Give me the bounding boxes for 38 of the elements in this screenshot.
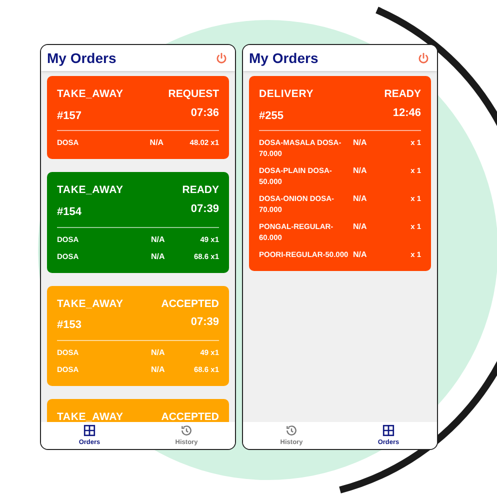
order-status: ACCEPTED — [161, 296, 219, 312]
order-number: #153 — [57, 318, 82, 334]
order-type: TAKE_AWAY — [57, 296, 124, 312]
order-time: 07:39 — [190, 315, 219, 330]
item-note: N/A — [353, 193, 368, 204]
item-note: N/A — [353, 137, 368, 148]
order-status: READY — [384, 87, 421, 102]
order-status: ACCEPTED — [161, 410, 219, 422]
power-button[interactable] — [417, 51, 431, 65]
app-title: My Orders — [47, 48, 116, 68]
power-button[interactable] — [215, 51, 229, 65]
item-note: N/A — [151, 346, 166, 358]
order-number: #255 — [259, 108, 284, 124]
power-icon — [215, 52, 228, 64]
item-note: N/A — [353, 165, 368, 176]
item-note: N/A — [151, 250, 166, 262]
order-time: 07:39 — [190, 202, 219, 217]
order-time: 07:36 — [190, 106, 219, 121]
item-note: N/A — [353, 249, 368, 260]
order-number: #157 — [57, 108, 82, 124]
history-icon — [180, 424, 193, 437]
order-status: REQUEST — [168, 87, 219, 102]
item-note: N/A — [353, 221, 368, 232]
app-title: My Orders — [249, 48, 318, 68]
order-type: TAKE_AWAY — [57, 183, 124, 198]
order-type: TAKE_AWAY — [57, 410, 124, 422]
order-type: TAKE_AWAY — [57, 87, 124, 102]
order-type: DELIVERY — [259, 87, 314, 102]
item-note: N/A — [151, 364, 166, 375]
grid-icon — [382, 424, 395, 437]
order-time: 12:46 — [392, 106, 421, 121]
power-icon — [417, 52, 430, 64]
order-number: #154 — [57, 205, 82, 220]
item-note: N/A — [151, 234, 166, 244]
order-status: READY — [182, 183, 219, 198]
grid-icon — [83, 424, 96, 437]
item-note: N/A — [150, 137, 165, 148]
history-icon — [285, 424, 298, 437]
